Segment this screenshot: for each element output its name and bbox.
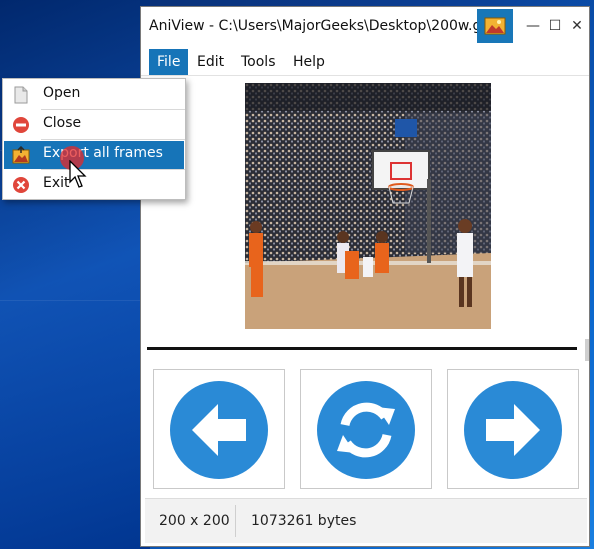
file-size: 1073261 bytes [251, 513, 357, 529]
menu-edit[interactable]: Edit [189, 49, 232, 75]
menu-item-label: Close [43, 115, 82, 131]
minimize-icon: — [526, 18, 540, 34]
app-window: AniView - C:\Users\MajorGeeks\Desktop\20… [140, 6, 590, 547]
desktop-light-streak [0, 300, 140, 301]
previous-circle [170, 381, 268, 479]
arrow-right-icon [486, 404, 540, 456]
menu-tools[interactable]: Tools [233, 49, 284, 75]
next-circle [464, 381, 562, 479]
export-frames-icon [12, 146, 30, 164]
document-icon [14, 86, 28, 104]
close-circle-icon [13, 117, 29, 133]
refresh-icon [337, 402, 395, 458]
frame-progress-line [147, 347, 577, 350]
menu-item-label: Open [43, 85, 81, 101]
gif-frame-image [245, 83, 491, 329]
image-dimensions: 200 x 200 [159, 513, 230, 529]
menu-item-exit[interactable]: Exit [4, 171, 184, 199]
close-icon: ✕ [571, 18, 583, 34]
mouse-cursor-icon [69, 160, 87, 188]
menu-separator [41, 169, 185, 170]
next-frame-button[interactable] [447, 369, 579, 489]
reload-circle [317, 381, 415, 479]
image-icon [484, 17, 506, 35]
title-bar[interactable]: AniView - C:\Users\MajorGeeks\Desktop\20… [141, 7, 589, 47]
reload-button[interactable] [300, 369, 432, 489]
maximize-button[interactable]: ☐ [545, 13, 565, 39]
menu-item-label: Exit [43, 175, 70, 191]
menu-help[interactable]: Help [285, 49, 333, 75]
maximize-icon: ☐ [548, 18, 562, 34]
menu-separator [41, 139, 185, 140]
window-title: AniView - C:\Users\MajorGeeks\Desktop\20… [149, 18, 491, 34]
image-icon-button[interactable] [477, 9, 513, 43]
menu-separator [41, 109, 185, 110]
exit-circle-icon [13, 177, 29, 193]
status-bar: 200 x 200 1073261 bytes [145, 498, 587, 543]
file-dropdown-menu: Open Close Export all frames Exit [2, 78, 186, 200]
menu-bar: File Edit Tools Help [141, 49, 589, 76]
minimize-button[interactable]: — [523, 13, 543, 39]
scrollbar-thumb[interactable] [585, 339, 589, 361]
viewer-area [145, 77, 589, 497]
menu-item-open[interactable]: Open [4, 81, 184, 109]
status-divider [235, 505, 236, 537]
menu-item-close[interactable]: Close [4, 111, 184, 139]
menu-item-export-all-frames[interactable]: Export all frames [4, 141, 184, 169]
previous-frame-button[interactable] [153, 369, 285, 489]
close-button[interactable]: ✕ [567, 13, 587, 39]
arrow-left-icon [192, 404, 246, 456]
menu-file[interactable]: File [149, 49, 189, 75]
